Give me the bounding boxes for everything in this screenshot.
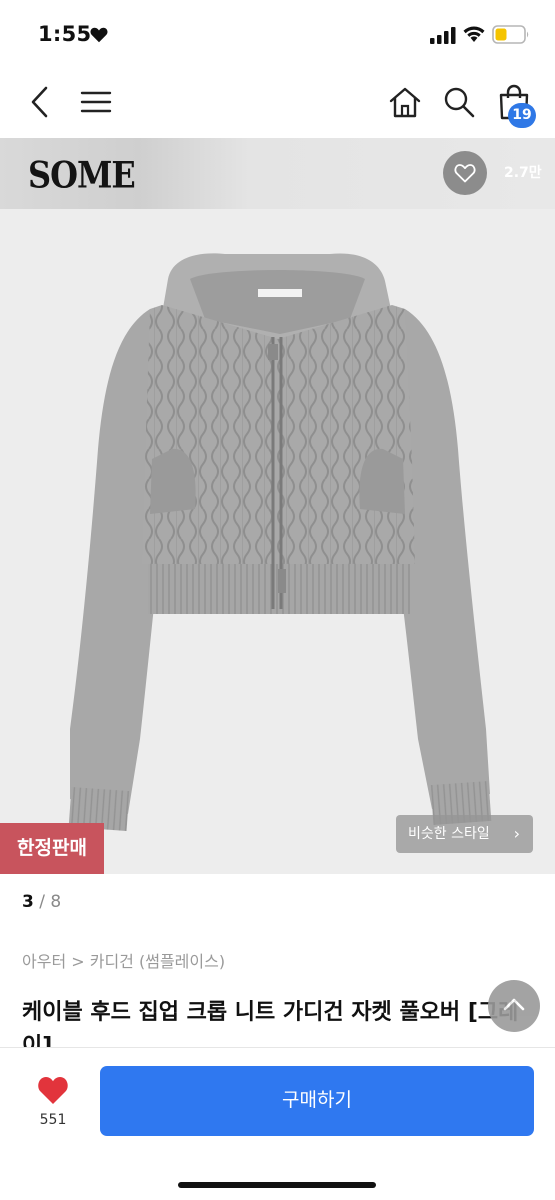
bottom-action-bar: 551 구매하기 xyxy=(0,1047,555,1200)
wishlist-heart-icon[interactable] xyxy=(36,1074,70,1106)
status-time: 1:55 xyxy=(38,22,92,46)
status-bar: 1:55 xyxy=(0,0,555,70)
current-page: 3 xyxy=(22,892,34,912)
brand-logo: SOME xyxy=(28,153,136,197)
menu-icon[interactable] xyxy=(78,86,114,118)
total-pages: 8 xyxy=(50,892,62,912)
signal-icon xyxy=(430,27,456,44)
cardigan-photo xyxy=(68,253,492,831)
similar-style-label: 비슷한 스타일 xyxy=(408,826,490,842)
heart-icon xyxy=(90,27,108,43)
search-icon[interactable] xyxy=(440,84,478,120)
product-title: 케이블 후드 집업 크롭 니트 가디건 자켓 풀오버 [그레이] xyxy=(22,1000,519,1047)
limited-sale-badge: 한정판매 xyxy=(0,823,104,874)
heart-outline-icon xyxy=(454,164,476,183)
image-page-indicator: 3 / 8 xyxy=(22,892,61,912)
brand-banner[interactable]: SOME 2.7만 xyxy=(0,138,555,209)
buy-button[interactable]: 구매하기 xyxy=(100,1066,534,1136)
similar-style-button[interactable]: 비슷한 스타일 › xyxy=(396,815,533,853)
battery-icon xyxy=(492,25,529,44)
cart-count-badge: 19 xyxy=(508,103,536,128)
scroll-top-button[interactable] xyxy=(488,980,540,1032)
back-icon[interactable] xyxy=(26,84,56,120)
chevron-right-icon: › xyxy=(513,824,520,843)
brand-like-count: 2.7만 xyxy=(504,165,542,181)
home-indicator[interactable] xyxy=(178,1182,376,1188)
page-separator: / xyxy=(33,892,51,912)
wishlist-count: 551 xyxy=(39,1112,67,1128)
product-image[interactable]: 한정판매 비슷한 스타일 › xyxy=(0,209,555,874)
home-icon[interactable] xyxy=(386,84,424,120)
brand-like-button[interactable] xyxy=(443,151,487,195)
category-breadcrumb[interactable]: 아우터 > 카디건 (썸플레이스) xyxy=(22,948,225,972)
chevron-up-icon xyxy=(503,998,525,1011)
nav-bar xyxy=(0,70,555,136)
wifi-icon xyxy=(463,26,485,42)
